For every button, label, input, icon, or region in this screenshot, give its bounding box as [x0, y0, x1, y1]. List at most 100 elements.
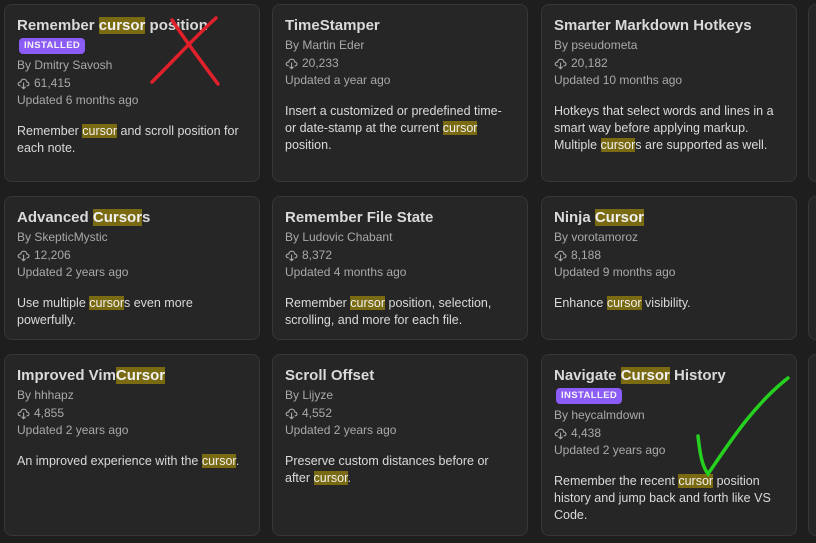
plugin-title: TimeStamper — [285, 16, 515, 36]
text-segment: Remember the recent — [554, 473, 679, 488]
download-count-row: 20,233 — [285, 55, 515, 73]
plugin-card-partial[interactable] — [808, 354, 816, 536]
plugin-author: By pseudometa — [554, 38, 638, 52]
download-count-row: 4,552 — [285, 405, 515, 423]
text-segment: Remember — [285, 295, 351, 310]
plugin-author: By heycalmdown — [554, 408, 645, 422]
download-count-row: 12,206 — [17, 247, 247, 265]
updated-time: Updated 2 years ago — [17, 423, 129, 437]
updated-time: Updated 6 months ago — [17, 93, 139, 107]
search-match-highlight: cursor — [350, 295, 386, 310]
text-segment: Improved Vim — [17, 367, 116, 384]
updated-time: Updated 2 years ago — [17, 265, 129, 279]
plugin-description: Remember the recent cursor position hist… — [554, 473, 784, 524]
plugin-browser: Remember cursor position INSTALLED By Dmi… — [0, 0, 816, 543]
plugin-author: By Lijyze — [285, 388, 334, 402]
download-icon — [554, 250, 567, 262]
search-match-highlight: cursor — [678, 473, 714, 488]
download-count-row: 4,438 — [554, 425, 784, 443]
download-count-row: 8,372 — [285, 247, 515, 265]
download-count: 8,372 — [302, 247, 333, 262]
download-count-row: 20,182 — [554, 55, 784, 73]
plugin-title: Remember cursor position INSTALLED — [17, 16, 247, 56]
plugin-title: Improved VimCursor — [17, 366, 247, 386]
search-match-highlight: cursor — [201, 453, 236, 468]
plugin-card[interactable]: Remember File State By Ludovic Chabant 8,3… — [272, 196, 528, 340]
updated-time: Updated 10 months ago — [554, 73, 683, 87]
text-segment: Enhance — [554, 295, 607, 310]
plugin-author: By Dmitry Savosh — [17, 58, 113, 72]
plugin-author: By hhhapz — [17, 388, 74, 402]
plugin-author: By Ludovic Chabant — [285, 230, 393, 244]
plugin-title: Scroll Offset — [285, 366, 515, 386]
download-icon — [554, 58, 567, 70]
plugin-card[interactable]: Remember cursor position INSTALLED By Dmi… — [4, 4, 260, 182]
plugin-card[interactable]: TimeStamper By Martin Eder 20,233 Updated a… — [272, 4, 528, 182]
plugin-card-partial[interactable] — [808, 4, 816, 182]
plugin-title: Remember File State — [285, 208, 515, 228]
text-segment: Remember — [17, 123, 83, 138]
installed-badge: INSTALLED — [556, 388, 623, 404]
search-match-highlight: Cursor — [594, 209, 645, 226]
text-segment: TimeStamper — [285, 17, 380, 34]
download-icon — [285, 250, 298, 262]
download-count: 20,233 — [302, 55, 339, 70]
plugin-author: By vorotamoroz — [554, 230, 639, 244]
text-segment: Remember — [17, 17, 99, 34]
text-segment: s — [142, 209, 151, 226]
text-segment: s are supported as well. — [635, 137, 768, 152]
text-segment: Navigate — [554, 367, 621, 384]
download-icon — [285, 408, 298, 420]
download-icon — [554, 428, 567, 440]
search-match-highlight: cursor — [89, 295, 124, 310]
download-count: 4,855 — [34, 405, 65, 420]
text-segment: Ninja — [554, 209, 595, 226]
search-match-highlight: Cursor — [92, 209, 143, 226]
download-count: 61,415 — [34, 75, 71, 90]
installed-badge: INSTALLED — [19, 38, 86, 54]
text-segment: Remember File State — [285, 209, 434, 226]
plugin-card-partial[interactable] — [808, 196, 816, 340]
plugin-card[interactable]: Improved VimCursor By hhhapz 4,855 Updated … — [4, 354, 260, 536]
plugin-description: An improved experience with the cursor. — [17, 453, 247, 470]
plugin-title: Navigate Cursor History INSTALLED — [554, 366, 784, 406]
plugin-card[interactable]: Ninja Cursor By vorotamoroz 8,188 Updated 9… — [541, 196, 797, 340]
plugin-author: By Martin Eder — [285, 38, 365, 52]
text-segment: . — [347, 470, 352, 485]
text-segment: visibility. — [641, 295, 691, 310]
updated-time: Updated 2 years ago — [554, 443, 666, 457]
plugin-description: Remember cursor and scroll position for … — [17, 123, 247, 157]
download-icon — [17, 78, 30, 90]
plugin-title: Advanced Cursors — [17, 208, 247, 228]
search-match-highlight: cursor — [98, 17, 146, 34]
plugin-author: By SkepticMystic — [17, 230, 108, 244]
download-count: 20,182 — [571, 55, 608, 70]
text-segment: Advanced — [17, 209, 93, 226]
text-segment: Smarter Markdown Hotkeys — [554, 17, 752, 34]
plugin-card[interactable]: Advanced Cursors By SkepticMystic 12,206 Up… — [4, 196, 260, 340]
download-count: 4,438 — [571, 425, 602, 440]
plugin-description: Preserve custom distances before or afte… — [285, 453, 515, 487]
updated-time: Updated 2 years ago — [285, 423, 397, 437]
plugin-card[interactable]: Scroll Offset By Lijyze 4,552 Updated 2 yea… — [272, 354, 528, 536]
search-match-highlight: Cursor — [620, 367, 670, 384]
download-icon — [285, 58, 298, 70]
updated-time: Updated 9 months ago — [554, 265, 676, 279]
plugin-card[interactable]: Smarter Markdown Hotkeys By pseudometa 20,… — [541, 4, 797, 182]
updated-time: Updated a year ago — [285, 73, 391, 87]
plugin-card[interactable]: Navigate Cursor History INSTALLED By heyc… — [541, 354, 797, 536]
download-count-row: 4,855 — [17, 405, 247, 423]
plugin-description: Use multiple cursors even more powerfull… — [17, 295, 247, 329]
download-count: 4,552 — [302, 405, 333, 420]
search-match-highlight: cursor — [600, 137, 636, 152]
text-segment: Use multiple — [17, 295, 90, 310]
text-segment: position — [145, 17, 208, 34]
text-segment: History — [669, 367, 726, 384]
download-icon — [17, 408, 30, 420]
plugin-description: Enhance cursor visibility. — [554, 295, 784, 312]
plugin-description: Insert a customized or predefined time- … — [285, 103, 515, 154]
download-icon — [17, 250, 30, 262]
plugin-description: Remember cursor position, selection, scr… — [285, 295, 515, 329]
plugin-title: Smarter Markdown Hotkeys — [554, 16, 784, 36]
download-count: 12,206 — [34, 247, 71, 262]
